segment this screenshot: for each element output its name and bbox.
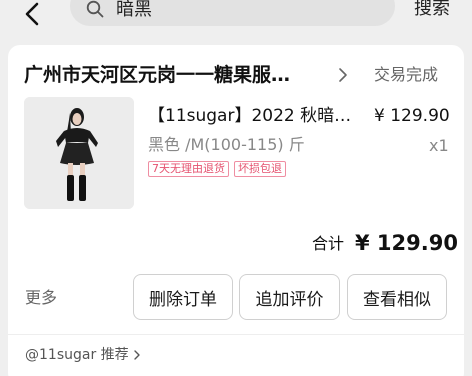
search-button[interactable]: 搜索 [414,0,450,19]
delete-order-button[interactable]: 删除订单 [133,274,233,320]
divider [8,334,464,335]
view-similar-button[interactable]: 查看相似 [347,274,447,320]
product-spec: 黑色 /M(100-115) 斤 [148,135,305,154]
total-value: ¥ 129.90 [355,231,458,255]
product-model-figure [24,97,134,209]
more-button[interactable]: 更多 [25,288,57,308]
order-card: 广州市天河区元岗一一糖果服… 交易完成 【11sugar】2022 秋暗… ¥ … [8,45,464,376]
back-arrow-icon [25,2,39,26]
order-status: 交易完成 [374,65,439,84]
chevron-right-icon [133,350,140,360]
add-review-button[interactable]: 追加评价 [239,274,340,320]
product-price: ¥ 129.90 [374,106,450,126]
top-bar: 暗黑 搜索 [0,0,472,38]
back-button[interactable] [20,0,44,28]
chevron-right-icon[interactable] [338,67,348,83]
service-tags: 7天无理由退货 坏损包退 [148,161,286,177]
product-title[interactable]: 【11sugar】2022 秋暗… [148,106,351,126]
shop-name[interactable]: 广州市天河区元岗一一糖果服… [24,64,290,86]
tag-return: 7天无理由退货 [148,161,229,177]
recommend-label: @11sugar 推荐 [25,347,129,363]
product-quantity: x1 [429,136,449,155]
product-image[interactable] [24,97,134,209]
search-icon [86,0,104,18]
tag-damage: 坏损包退 [234,161,286,177]
total-label: 合计 [312,234,345,253]
search-query: 暗黑 [116,0,152,20]
recommend-link[interactable]: @11sugar 推荐 [25,346,141,364]
search-input[interactable]: 暗黑 [70,0,395,26]
